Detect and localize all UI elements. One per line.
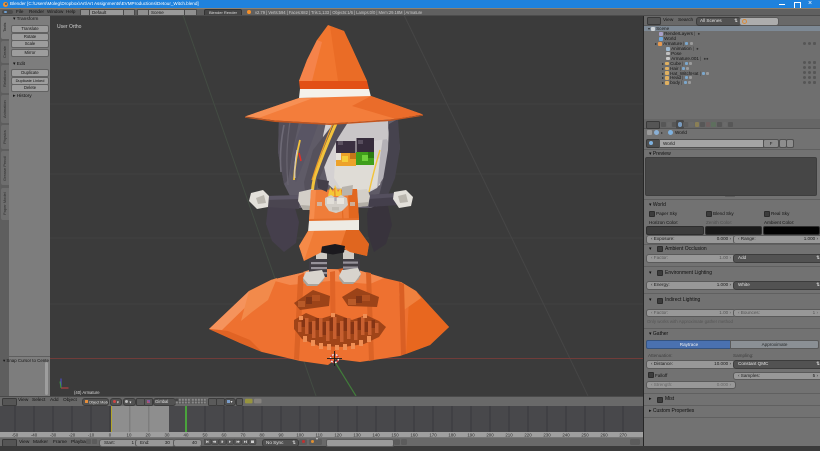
- svg-text:60: 60: [222, 433, 227, 438]
- svg-text:170: 170: [429, 433, 437, 438]
- svg-text:180: 180: [448, 433, 456, 438]
- svg-text:160: 160: [410, 433, 418, 438]
- svg-text:-10: -10: [88, 433, 95, 438]
- svg-text:210: 210: [505, 433, 513, 438]
- svg-text:230: 230: [543, 433, 551, 438]
- svg-text:80: 80: [260, 433, 265, 438]
- svg-text:-20: -20: [69, 433, 76, 438]
- svg-text:100: 100: [296, 433, 304, 438]
- svg-text:-50: -50: [12, 433, 19, 438]
- svg-text:140: 140: [372, 433, 380, 438]
- svg-text:260: 260: [600, 433, 608, 438]
- svg-text:270: 270: [619, 433, 627, 438]
- svg-text:40: 40: [184, 433, 189, 438]
- svg-text:240: 240: [562, 433, 570, 438]
- svg-text:150: 150: [391, 433, 399, 438]
- svg-text:120: 120: [334, 433, 342, 438]
- svg-text:200: 200: [486, 433, 494, 438]
- svg-text:130: 130: [353, 433, 361, 438]
- svg-text:190: 190: [467, 433, 475, 438]
- svg-text:250: 250: [581, 433, 589, 438]
- svg-text:-30: -30: [50, 433, 57, 438]
- svg-text:70: 70: [241, 433, 246, 438]
- svg-text:30: 30: [165, 433, 170, 438]
- svg-text:10: 10: [127, 433, 132, 438]
- svg-text:220: 220: [524, 433, 532, 438]
- svg-text:-40: -40: [31, 433, 38, 438]
- svg-text:20: 20: [146, 433, 151, 438]
- svg-text:50: 50: [203, 433, 208, 438]
- svg-text:90: 90: [279, 433, 284, 438]
